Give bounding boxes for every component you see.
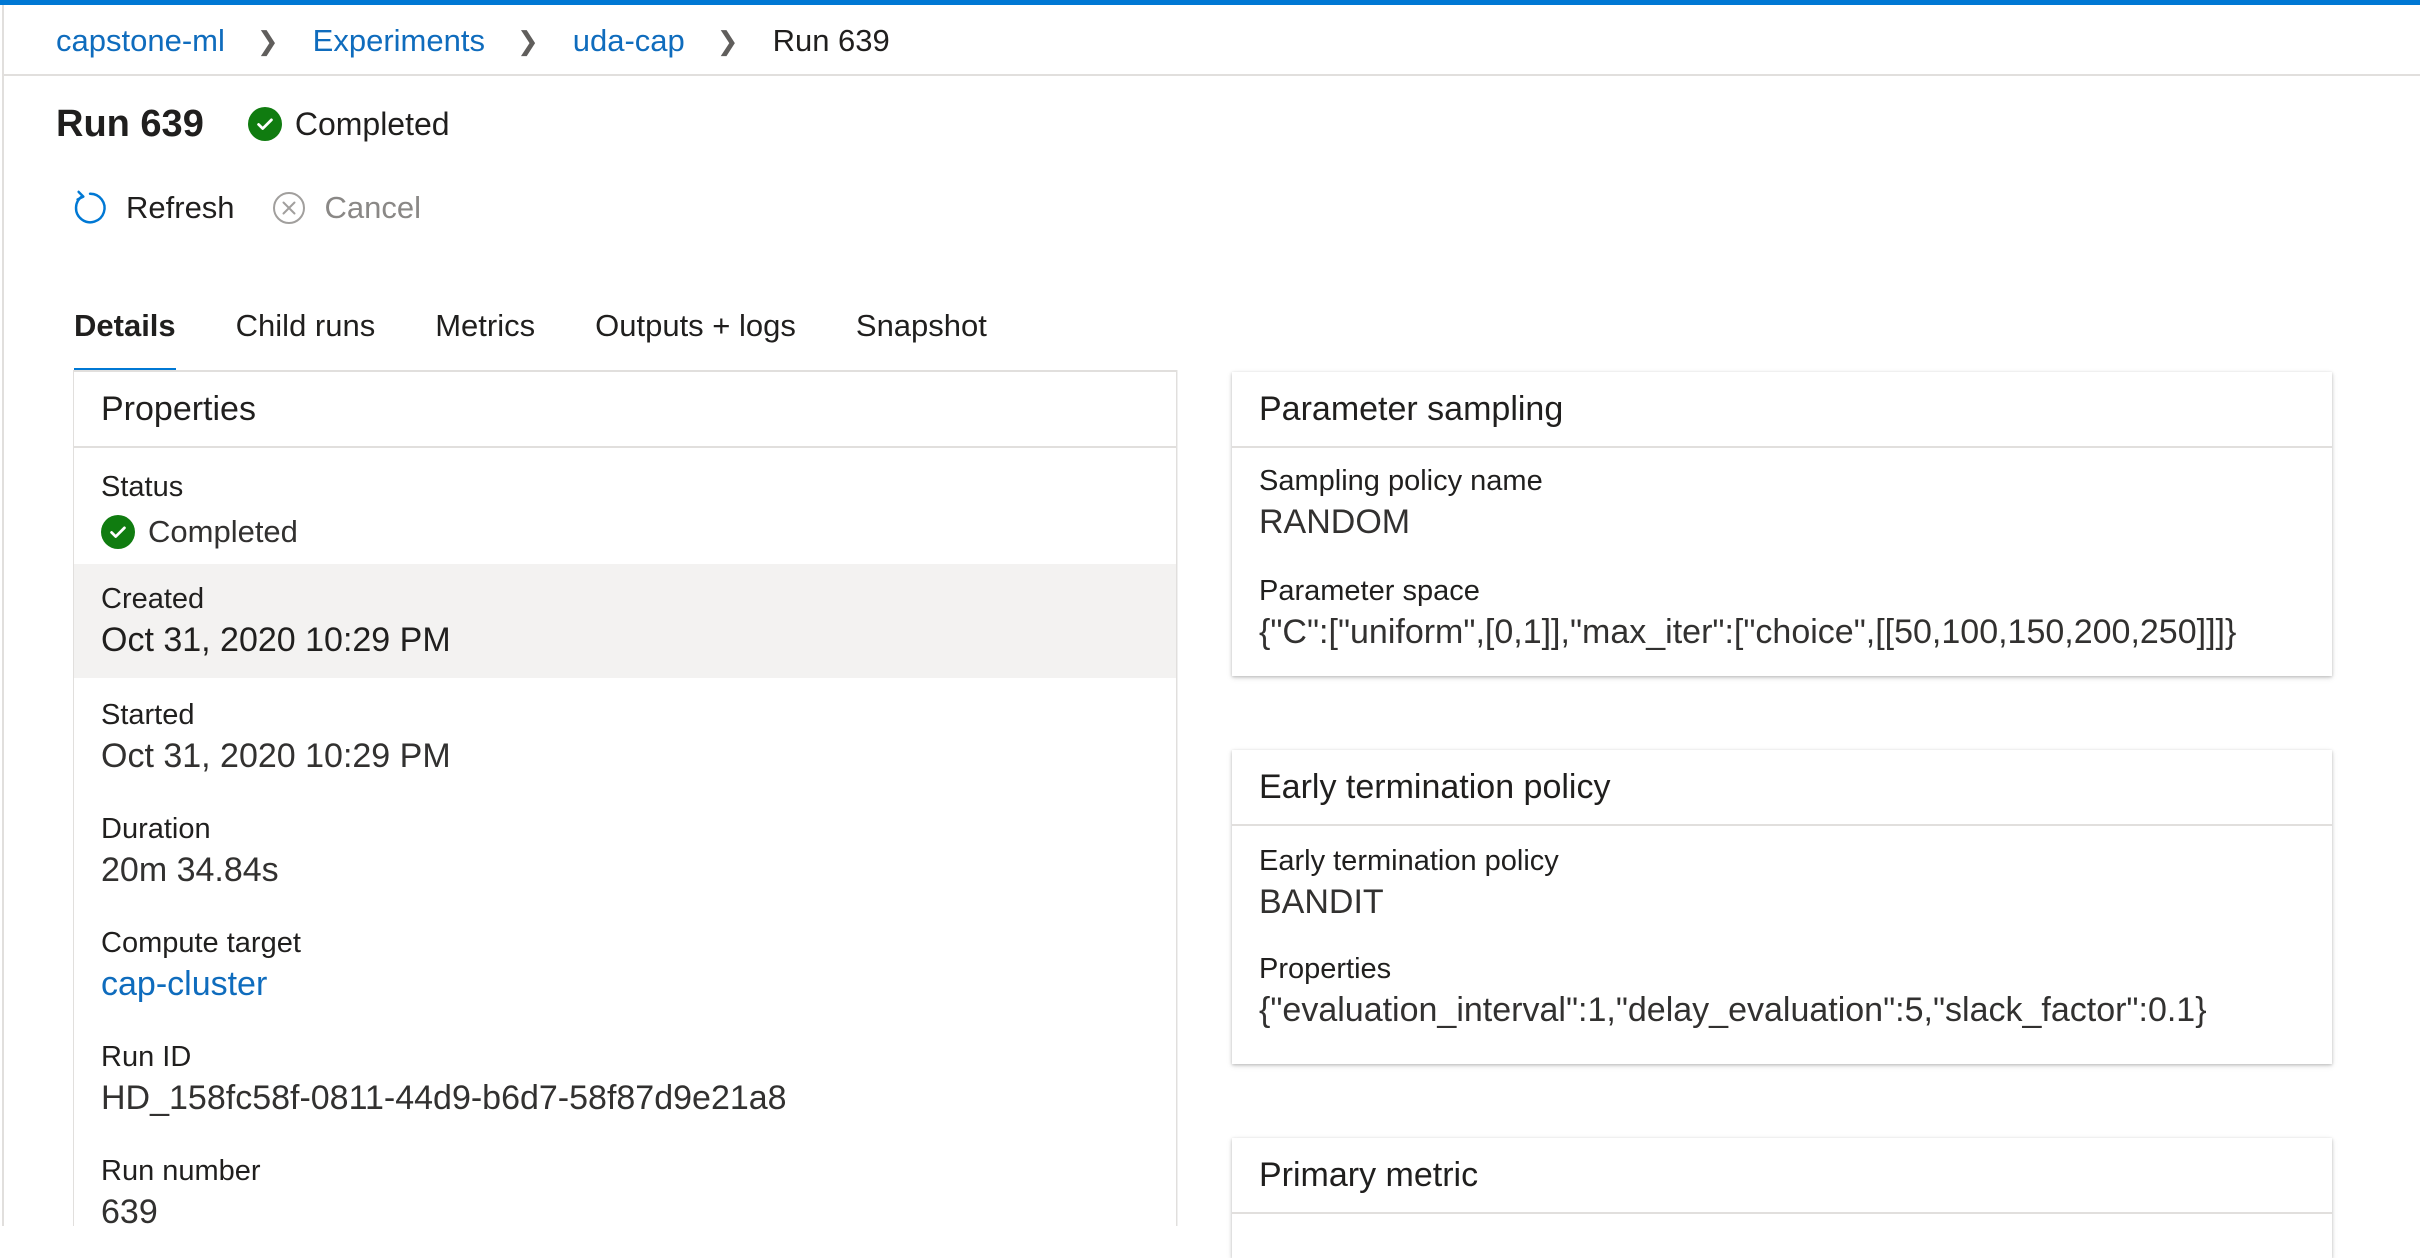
sampling-policy-value: RANDOM [1259,503,1411,541]
cancel-label: Cancel [324,190,422,225]
compute-target-property: Compute target cap-cluster [74,906,1176,1020]
tab-snapshot[interactable]: Snapshot [856,302,987,372]
refresh-button[interactable]: Refresh [70,188,235,228]
termination-properties-label: Properties [1259,953,1392,985]
early-termination-panel: Early termination policy Early terminati… [1232,750,2332,1064]
breadcrumb-experiments-link[interactable]: Experiments [313,23,485,59]
run-id-property: Run ID HD_158fc58f-0811-44d9-b6d7-58f87d… [74,1020,1176,1134]
run-id-value: HD_158fc58f-0811-44d9-b6d7-58f87d9e21a8 [101,1079,787,1117]
run-number-value: 639 [101,1193,158,1231]
parameter-space-property: Parameter space {"C":["uniform",[0,1]],"… [1232,544,2332,654]
started-property: Started Oct 31, 2020 10:29 PM [74,678,1176,792]
compute-target-label: Compute target [101,927,301,959]
cancel-button[interactable]: Cancel [269,188,422,228]
sampling-policy-label: Sampling policy name [1259,465,1543,497]
started-value: Oct 31, 2020 10:29 PM [101,737,451,775]
title-row: Run 639 Completed [56,98,450,150]
tab-child-runs[interactable]: Child runs [236,302,376,372]
sampling-policy-property: Sampling policy name RANDOM [1232,448,2332,544]
properties-panel: Properties Status Completed Created Oct … [74,370,1176,1231]
chevron-right-icon: ❯ [716,25,739,56]
compute-target-link[interactable]: cap-cluster [101,962,1149,1006]
check-circle-icon [101,515,135,549]
created-property: Created Oct 31, 2020 10:29 PM [74,564,1176,678]
command-bar: Refresh Cancel [70,188,421,228]
status-text: Completed [294,105,450,142]
duration-label: Duration [101,813,211,845]
top-accent-bar [0,0,2420,5]
parameter-space-value: {"C":["uniform",[0,1]],"max_iter":["choi… [1259,613,2237,651]
primary-metric-title: Primary metric [1232,1138,2332,1214]
run-number-property: Run number 639 [74,1134,1176,1248]
properties-title: Properties [74,370,1176,448]
status-label: Status [101,471,184,503]
chevron-right-icon: ❯ [516,25,539,56]
breadcrumb-experiment-link[interactable]: uda-cap [573,23,685,59]
duration-property: Duration 20m 34.84s [74,792,1176,906]
breadcrumb-divider [2,74,2420,76]
breadcrumb-current: Run 639 [772,23,890,58]
status-value: Completed [101,510,1149,554]
tab-metrics[interactable]: Metrics [435,302,535,372]
termination-policy-label: Early termination policy [1259,845,1559,877]
tab-outputs-logs[interactable]: Outputs + logs [595,302,796,372]
check-circle-icon [247,107,282,141]
termination-policy-value: BANDIT [1259,883,1384,921]
cancel-circle-icon [269,188,309,228]
breadcrumb-workspace-link[interactable]: capstone-ml [56,23,225,59]
run-number-label: Run number [101,1155,261,1187]
tab-bar: Details Child runs Metrics Outputs + log… [74,302,1047,372]
termination-policy-property: Early termination policy BANDIT [1232,826,2332,924]
parameter-sampling-title: Parameter sampling [1232,372,2332,448]
status-value-text: Completed [148,514,298,549]
status-badge: Completed [247,105,450,143]
parameter-space-label: Parameter space [1259,575,1480,607]
termination-properties-property: Properties {"evaluation_interval":1,"del… [1232,924,2332,1032]
duration-value: 20m 34.84s [101,851,279,889]
started-label: Started [101,699,195,731]
status-property: Status Completed [74,448,1176,564]
created-value: Oct 31, 2020 10:29 PM [101,621,451,659]
early-termination-title: Early termination policy [1232,750,2332,826]
primary-metric-panel: Primary metric [1232,1138,2332,1258]
refresh-icon [70,188,110,228]
termination-properties-value: {"evaluation_interval":1,"delay_evaluati… [1259,991,2207,1029]
breadcrumb: capstone-ml ❯ Experiments ❯ uda-cap ❯ Ru… [56,18,890,64]
page-title: Run 639 [56,102,204,145]
refresh-label: Refresh [126,190,235,225]
created-label: Created [101,583,205,615]
chevron-right-icon: ❯ [256,25,279,56]
parameter-sampling-panel: Parameter sampling Sampling policy name … [1232,372,2332,676]
left-border [2,5,4,1226]
tab-details[interactable]: Details [74,302,176,372]
run-id-label: Run ID [101,1041,192,1073]
